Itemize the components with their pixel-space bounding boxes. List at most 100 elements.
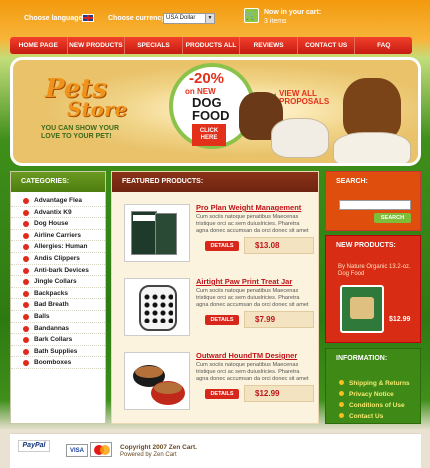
- bullet-icon: [23, 348, 29, 355]
- paypal-logo: PayPal: [18, 440, 50, 452]
- bullet-icon: [23, 255, 29, 262]
- promo-banner[interactable]: Pets Store YOU CAN SHOW YOUR LOVE TO YOU…: [10, 57, 421, 166]
- copyright-text: Copyright 2007 Zen Cart.: [120, 444, 197, 451]
- category-item[interactable]: Balls: [11, 311, 105, 323]
- new-product-name[interactable]: By Nature Organic 13.2-oz. Dog Food: [338, 264, 416, 278]
- chevron-down-icon[interactable]: ▼: [205, 14, 214, 23]
- featured-title: FEATURED PRODUCTS:: [112, 172, 318, 192]
- dog-image-2: [271, 118, 329, 158]
- right-column: SEARCH: SEARCH NEW PRODUCTS: By Nature O…: [325, 171, 421, 424]
- top-bar: Choose language: Choose currency: USA Do…: [0, 0, 430, 34]
- featured-products-box: FEATURED PRODUCTS: Pro Plan Weight Manag…: [111, 171, 319, 424]
- product-image[interactable]: [124, 204, 190, 262]
- product-price: $7.99: [244, 311, 314, 328]
- product-title[interactable]: Pro Plan Weight Management: [196, 203, 301, 212]
- search-button[interactable]: SEARCH: [374, 213, 411, 223]
- category-item[interactable]: Bad Breath: [11, 299, 105, 311]
- details-button[interactable]: DETAILS: [205, 389, 239, 399]
- nav-reviews[interactable]: REVIEWS: [240, 37, 298, 54]
- category-item[interactable]: Advantix K9: [11, 207, 105, 219]
- dog-image-4: [333, 132, 411, 163]
- nav-new-products[interactable]: NEW PRODUCTS: [68, 37, 126, 54]
- product-description: Cum sociis natoque penatibus Maecenas tr…: [196, 214, 309, 234]
- promo-food: FOOD: [192, 108, 230, 123]
- bullet-icon: [23, 337, 29, 344]
- promo-percent: -20%: [189, 70, 225, 87]
- footer: PayPal VISA Copyright 2007 Zen Cart. Pow…: [10, 433, 421, 468]
- bullet-icon: [23, 313, 29, 320]
- info-link-contact[interactable]: Contact Us: [339, 413, 383, 420]
- product-image[interactable]: [124, 278, 190, 336]
- details-button[interactable]: DETAILS: [205, 315, 239, 325]
- click-here-button[interactable]: CLICK HERE: [192, 124, 226, 146]
- category-item[interactable]: Bark Collars: [11, 334, 105, 346]
- product-description: Cum sociis natoque penatibus Maecenas tr…: [196, 288, 309, 308]
- currency-select[interactable]: USA Dollar ▼: [163, 13, 215, 24]
- info-link-shipping[interactable]: Shipping & Returns: [339, 380, 410, 387]
- product-title[interactable]: Airtight Paw Print Treat Jar: [196, 277, 292, 286]
- information-box: INFORMATION: Shipping & Returns Privacy …: [325, 348, 421, 424]
- category-item[interactable]: Boomboxes: [11, 357, 105, 369]
- language-label: Choose language:: [24, 15, 85, 22]
- category-item[interactable]: Anti-bark Devices: [11, 265, 105, 277]
- bullet-icon: [23, 290, 29, 297]
- category-item[interactable]: Airline Carriers: [11, 230, 105, 242]
- bullet-icon: [339, 413, 344, 418]
- bullet-icon: [23, 325, 29, 332]
- product-card: Airtight Paw Print Treat Jar Cum sociis …: [119, 274, 315, 340]
- category-item[interactable]: Backpacks: [11, 288, 105, 300]
- cart-label: Now in your cart:: [264, 9, 322, 16]
- nav-faq[interactable]: FAQ: [355, 37, 412, 54]
- info-link-conditions[interactable]: Conditions of Use: [339, 402, 405, 409]
- nav-specials[interactable]: SPECIALS: [125, 37, 183, 54]
- info-link-privacy[interactable]: Privacy Notice: [339, 391, 394, 398]
- category-item[interactable]: Dog House: [11, 218, 105, 230]
- new-product-image[interactable]: [340, 285, 384, 333]
- details-button[interactable]: DETAILS: [205, 241, 239, 251]
- search-box: SEARCH: SEARCH: [325, 171, 421, 231]
- categories-title: CATEGORIES:: [11, 172, 105, 192]
- search-input[interactable]: [339, 200, 411, 210]
- product-image[interactable]: [124, 352, 190, 410]
- category-item[interactable]: Allergies: Human: [11, 241, 105, 253]
- product-description: Cum sociis natoque penatibus Maecenas tr…: [196, 362, 309, 382]
- category-item[interactable]: Bath Supplies: [11, 346, 105, 358]
- bullet-icon: [23, 232, 29, 239]
- nav-products-all[interactable]: PRODUCTS ALL: [183, 37, 241, 54]
- product-card: Pro Plan Weight Management Cum sociis na…: [119, 200, 315, 266]
- cart-icon[interactable]: 🛒: [244, 8, 259, 23]
- nav-contact-us[interactable]: CONTACT US: [298, 37, 356, 54]
- cart-count[interactable]: 3 items: [264, 18, 287, 25]
- product-price: $12.99: [244, 385, 314, 402]
- nav-home[interactable]: HOME PAGE: [10, 37, 68, 54]
- visa-logo: VISA: [66, 444, 88, 457]
- product-title[interactable]: Outward HoundTM Designer: [196, 351, 297, 360]
- dog-image-3: [343, 78, 401, 140]
- bullet-icon: [23, 360, 29, 367]
- main-nav: HOME PAGE NEW PRODUCTS SPECIALS PRODUCTS…: [10, 37, 412, 54]
- bullet-icon: [339, 391, 344, 396]
- category-item[interactable]: Advantage Flea: [11, 195, 105, 207]
- category-item[interactable]: Bandannas: [11, 323, 105, 335]
- search-title: SEARCH:: [336, 178, 368, 185]
- new-products-title: NEW PRODUCTS:: [336, 242, 396, 249]
- information-title: INFORMATION:: [336, 355, 388, 362]
- currency-value: USA Dollar: [166, 15, 196, 21]
- new-products-box: NEW PRODUCTS: By Nature Organic 13.2-oz.…: [325, 235, 421, 343]
- bullet-icon: [23, 279, 29, 286]
- banner-tagline: YOU CAN SHOW YOUR LOVE TO YOUR PET!: [41, 125, 120, 140]
- categories-box: CATEGORIES: Advantage Flea Advantix K9 D…: [10, 171, 106, 424]
- product-price: $13.08: [244, 237, 314, 254]
- bullet-icon: [339, 402, 344, 407]
- mastercard-icon: [90, 442, 112, 457]
- view-all-proposals-link[interactable]: VIEW ALL PROPOSALS: [279, 90, 339, 106]
- category-item[interactable]: Jingle Collars: [11, 276, 105, 288]
- logo-line2[interactable]: Store: [67, 97, 127, 121]
- currency-label: Choose currency:: [108, 15, 168, 22]
- bullet-icon: [23, 244, 29, 251]
- powered-by-text[interactable]: Powered by Zen Cart: [120, 452, 177, 458]
- bullet-icon: [23, 221, 29, 228]
- category-item[interactable]: Andis Clippers: [11, 253, 105, 265]
- bullet-icon: [23, 302, 29, 309]
- uk-flag-icon[interactable]: [82, 14, 94, 22]
